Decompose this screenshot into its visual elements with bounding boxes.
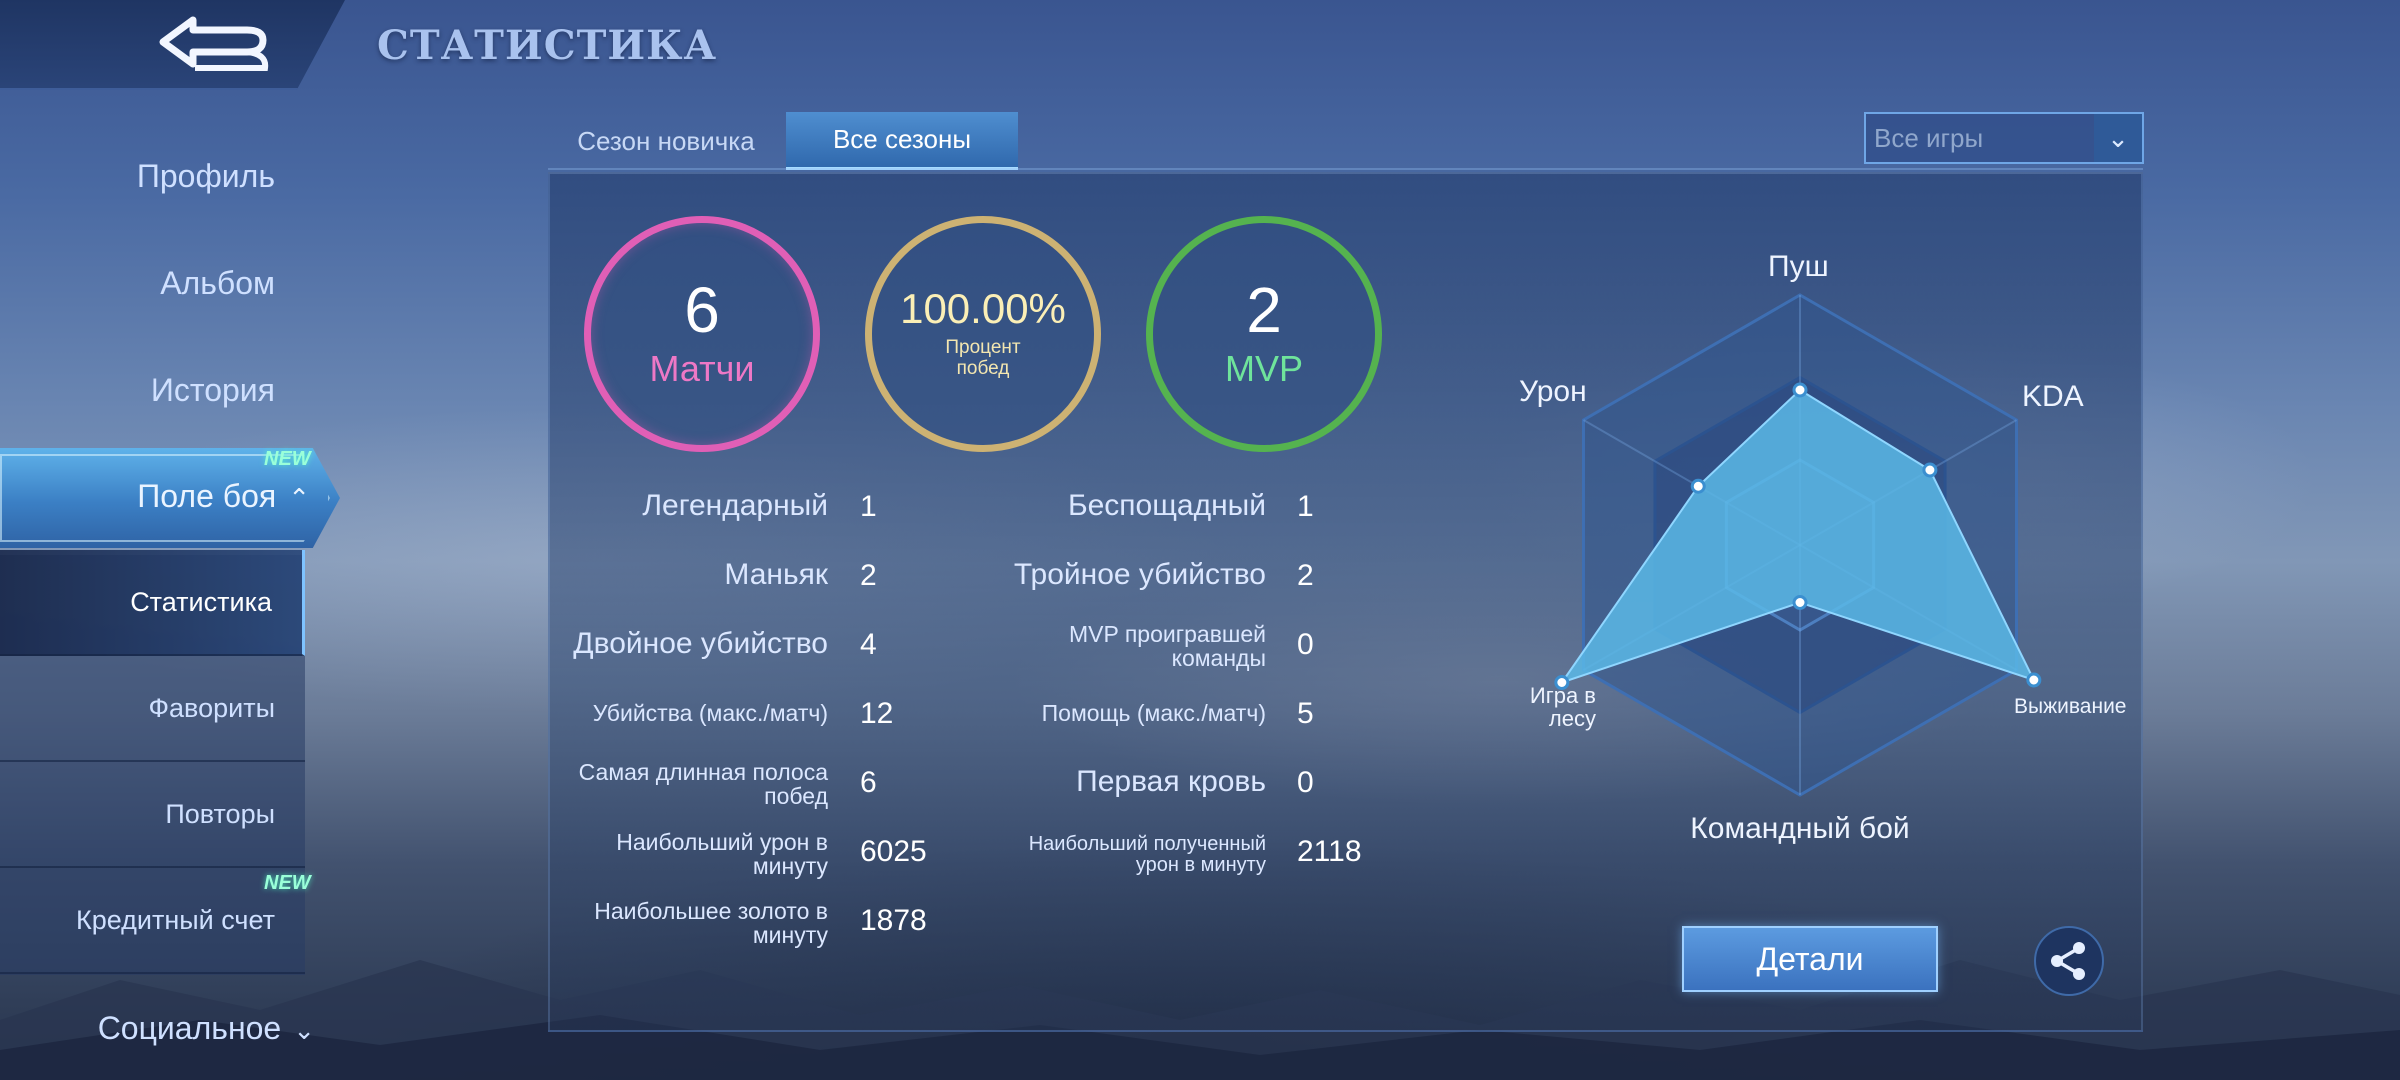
winrate-value: 100.00%: [900, 285, 1066, 333]
stat-value-max-gold: 1878: [860, 904, 927, 937]
mvp-label: MVP: [1224, 348, 1303, 389]
sidebar-subitem-replays[interactable]: Повторы: [0, 762, 305, 868]
back-arrow-icon: [159, 16, 269, 71]
matches-ring: 6 Матчи: [584, 216, 820, 452]
sidebar-item-album[interactable]: Альбом: [0, 265, 275, 302]
stat-label-legendary: Легендарный: [642, 489, 828, 522]
new-badge: NEW: [264, 872, 311, 894]
stat-label-first-blood: Первая кровь: [1076, 765, 1266, 798]
radar-label-survival: Выживание: [2014, 695, 2127, 718]
new-badge: NEW: [264, 448, 311, 470]
stat-label-win-streak: Самая длинная полоса побед: [578, 759, 828, 810]
sidebar-subitem-statistics[interactable]: Статистика: [0, 550, 305, 656]
sidebar-subitem-credit[interactable]: Кредитный счет: [0, 868, 305, 974]
stat-label-max-taken-damage: Наибольший полученный урон в минуту: [1028, 833, 1266, 876]
tab-rookie-season[interactable]: Сезон новичка: [548, 112, 784, 170]
stat-value-merciless: 1: [1297, 490, 1314, 523]
winrate-ring: 100.00% Процент побед: [865, 216, 1101, 452]
radar-point-teamfight: [1792, 595, 1808, 610]
stat-label-double-kill: Двойное убийство: [573, 627, 828, 660]
winrate-label: Процент побед: [945, 337, 1021, 379]
stat-value-first-blood: 0: [1297, 766, 1314, 799]
chevron-up-icon: ⌃: [288, 483, 310, 513]
stat-label-maniac: Маньяк: [724, 558, 828, 591]
radar-chart: [1554, 293, 2042, 797]
games-filter-value: Все игры: [1874, 122, 1984, 153]
sidebar-item-social-label: Социальное: [97, 1010, 282, 1046]
stat-value-max-assists: 5: [1297, 697, 1314, 730]
stat-label-max-kills: Убийства (макс./матч): [592, 700, 828, 726]
sidebar-item-social[interactable]: Социальное ⌄: [0, 1010, 315, 1047]
sidebar-item-battlefield-row: Поле боя ⌃: [0, 478, 320, 515]
stat-label-max-assists: Помощь (макс./матч): [1041, 700, 1266, 726]
page-title: СТАТИСТИКА: [377, 22, 718, 69]
matches-label: Матчи: [649, 348, 755, 389]
radar-label-jungle: Игра в лесу: [1529, 683, 1596, 732]
stat-label-max-damage: Наибольший урон в минуту: [616, 829, 828, 880]
share-icon: [2051, 942, 2085, 980]
stat-value-max-taken-damage: 2118: [1297, 835, 1362, 868]
radar-point-survival: [2026, 672, 2042, 688]
radar-point-kda: [1922, 462, 1938, 478]
radar-point-damage: [1690, 478, 1706, 494]
radar-label-push: Пуш: [1768, 250, 1829, 283]
sidebar-item-history[interactable]: История: [0, 372, 275, 409]
radar-point-push: [1792, 382, 1808, 398]
stat-value-max-kills: 12: [860, 697, 894, 730]
matches-value: 6: [684, 274, 720, 346]
sidebar-subitem-label: Кредитный счет: [75, 904, 275, 935]
radar-label-damage: Урон: [1519, 375, 1587, 408]
share-button[interactable]: [2034, 926, 2104, 996]
stat-value-losing-mvp: 0: [1297, 628, 1314, 661]
games-filter-select[interactable]: Все игры ⌄: [1864, 112, 2144, 164]
stat-label-max-gold: Наибольшее золото в минуту: [594, 898, 828, 949]
radar-label-teamfight: Командный бой: [1690, 812, 1910, 845]
tab-all-seasons[interactable]: Все сезоны: [786, 112, 1018, 170]
stat-label-triple-kill: Тройное убийство: [1013, 558, 1266, 591]
stat-label-merciless: Беспощадный: [1067, 489, 1266, 522]
stat-value-legendary: 1: [860, 490, 877, 523]
sidebar-item-profile[interactable]: Профиль: [0, 158, 275, 195]
stat-value-win-streak: 6: [860, 766, 877, 799]
mvp-value: 2: [1246, 274, 1282, 346]
sidebar-subitem-favorites[interactable]: Фавориты: [0, 656, 305, 762]
details-button-label: Детали: [1756, 940, 1864, 977]
tab-divider: [548, 168, 2143, 170]
chevron-down-icon[interactable]: ⌄: [2094, 114, 2142, 162]
sidebar-subitem-label: Статистика: [130, 586, 272, 617]
mvp-ring: 2 MVP: [1146, 216, 1382, 452]
sidebar-subitem-label: Фавориты: [148, 692, 275, 723]
sidebar-subitem-label: Повторы: [165, 798, 275, 829]
stat-value-double-kill: 4: [860, 628, 877, 661]
back-button[interactable]: [0, 0, 345, 90]
sidebar-item-battlefield-label: Поле боя: [137, 478, 277, 514]
stat-label-losing-mvp: MVP проигравшей команды: [1069, 621, 1266, 672]
details-button[interactable]: Детали: [1682, 926, 1938, 992]
stat-value-max-damage: 6025: [860, 835, 927, 868]
stat-value-triple-kill: 2: [1297, 559, 1314, 592]
radar-label-kda: KDA: [2022, 380, 2084, 413]
stat-value-maniac: 2: [860, 559, 877, 592]
chevron-down-icon: ⌄: [293, 1015, 315, 1045]
